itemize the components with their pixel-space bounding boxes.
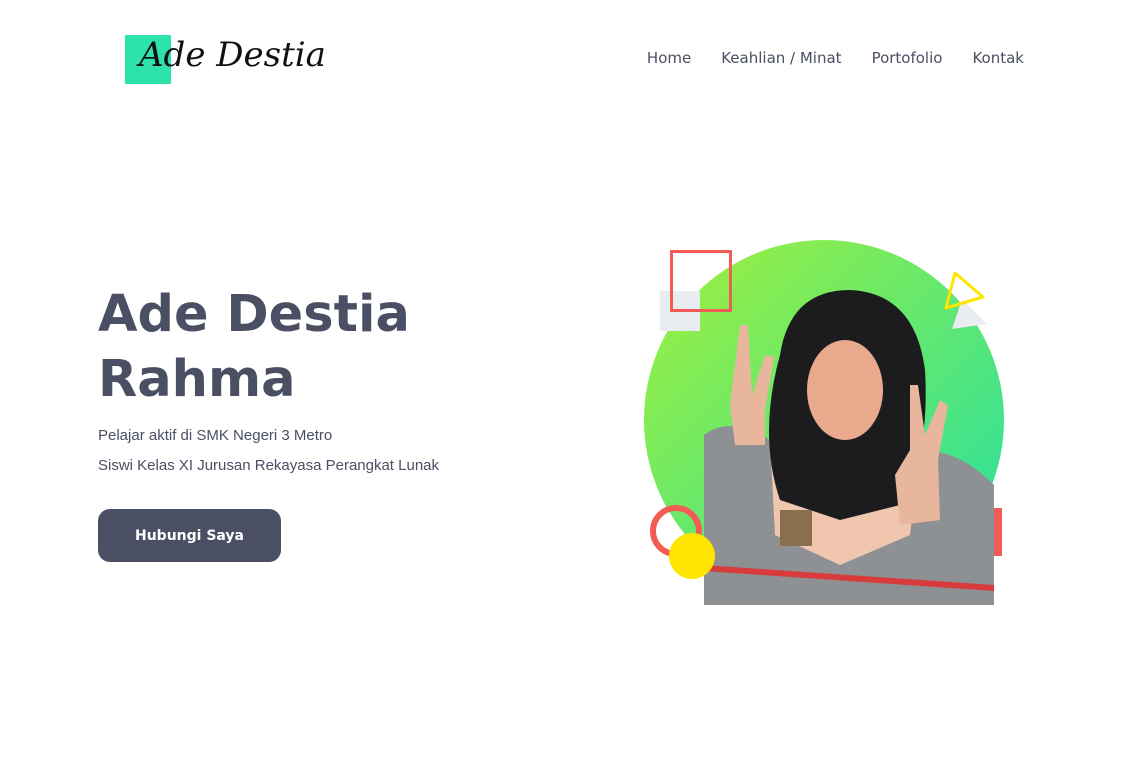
- hero-subtitle-school: Pelajar aktif di SMK Negeri 3 Metro: [98, 427, 333, 444]
- circle-icon: [669, 533, 715, 579]
- nav-keahlian-minat[interactable]: Keahlian / Minat: [721, 49, 841, 67]
- nav-home[interactable]: Home: [647, 49, 691, 67]
- contact-me-button[interactable]: Hubungi Saya: [98, 509, 281, 562]
- landing-page: Ade Destia Home Keahlian / Minat Portofo…: [0, 0, 1135, 780]
- hero-illustration: [640, 235, 1020, 615]
- illustration-svg: [644, 240, 1004, 605]
- hero-subtitle-class: Siswi Kelas XI Jurusan Rekayasa Perangka…: [98, 457, 440, 474]
- logo[interactable]: Ade Destia: [125, 35, 326, 85]
- nav-portofolio[interactable]: Portofolio: [872, 49, 943, 67]
- main-nav: Home Keahlian / Minat Portofolio Kontak: [647, 49, 1024, 67]
- logo-text: Ade Destia: [139, 35, 326, 75]
- nav-kontak[interactable]: Kontak: [972, 49, 1024, 67]
- hero-title: Ade Destia Rahma: [98, 285, 410, 409]
